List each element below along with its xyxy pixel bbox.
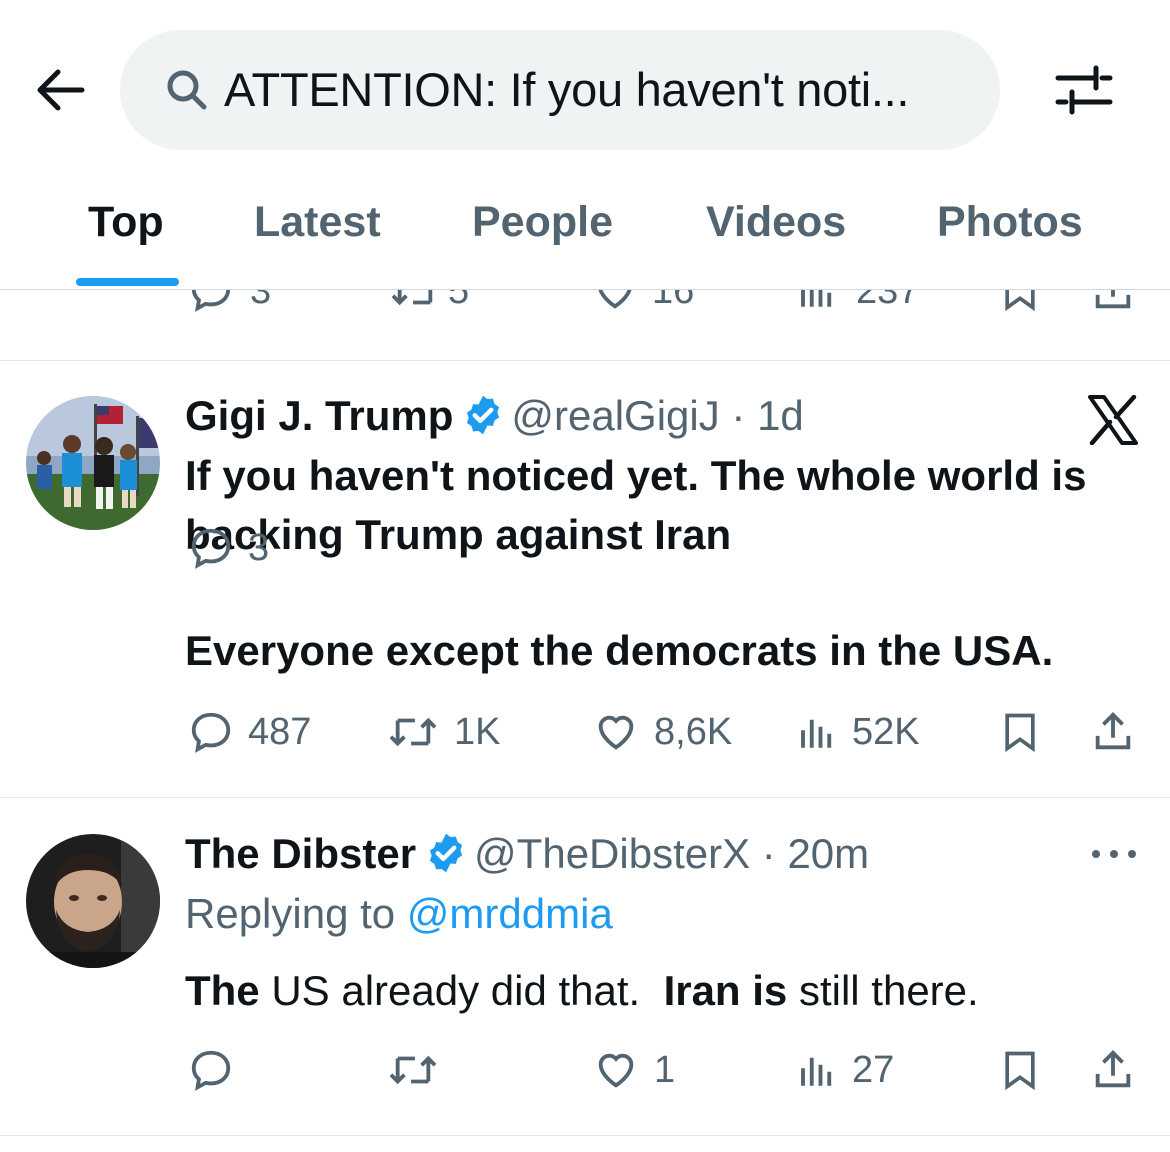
replying-to-label: Replying to	[185, 890, 396, 937]
search-icon	[162, 65, 212, 115]
reply-button[interactable]: 3	[188, 518, 269, 578]
x-logo-icon	[1088, 395, 1138, 445]
views-icon	[801, 719, 832, 748]
filter-button[interactable]	[1052, 60, 1116, 120]
search-header: ATTENTION: If you haven't noti... Top La…	[0, 0, 1170, 290]
views-button[interactable]: 27	[796, 1040, 894, 1100]
tweet-header: The Dibster @TheDibsterX · 20m	[185, 826, 869, 882]
views-icon	[801, 1057, 832, 1086]
like-button[interactable]: 1	[592, 1040, 675, 1100]
handle[interactable]: @TheDibsterX	[474, 830, 750, 877]
tweet-divider	[0, 797, 1170, 798]
bookmark-icon	[1005, 713, 1035, 753]
separator-dot: ·	[750, 830, 788, 877]
retweet-icon	[389, 717, 437, 747]
like-count: 1	[654, 1048, 676, 1091]
search-query[interactable]: ATTENTION: If you haven't noti...	[224, 60, 909, 120]
retweet-button[interactable]: 1K	[386, 702, 500, 762]
verified-badge-icon	[429, 833, 463, 873]
tab-latest[interactable]: Latest	[254, 190, 381, 254]
handle[interactable]: @realGigiJ	[511, 392, 719, 439]
avatar-photo	[26, 396, 160, 530]
views-count: 27	[852, 1048, 895, 1091]
tab-videos[interactable]: Videos	[706, 190, 846, 254]
reply-button[interactable]: 487	[188, 702, 311, 762]
bookmark-button[interactable]	[998, 1040, 1042, 1100]
sliders-icon	[1055, 65, 1113, 115]
reply-icon	[191, 712, 231, 753]
retweet-icon	[389, 1055, 437, 1085]
reply-button[interactable]	[188, 1040, 234, 1100]
header-divider	[0, 289, 1170, 290]
reply-icon	[191, 1050, 231, 1091]
tweet-divider	[0, 360, 1170, 361]
display-name[interactable]: Gigi J. Trump	[185, 392, 453, 439]
tweet-text-part: US already did that.	[259, 967, 664, 1014]
like-button[interactable]: 8,6K	[592, 702, 732, 762]
timestamp[interactable]: 1d	[757, 392, 804, 439]
views-count: 52K	[852, 710, 920, 753]
heart-icon	[598, 715, 634, 750]
share-icon	[1095, 1050, 1131, 1088]
reply-count: 487	[248, 710, 312, 753]
bookmark-icon	[1005, 1051, 1035, 1091]
tweet-text-part: Iran is	[663, 967, 788, 1014]
like-count: 8,6K	[654, 710, 733, 753]
arrow-left-icon	[37, 69, 85, 111]
tweet-divider	[0, 1135, 1170, 1136]
tab-top[interactable]: Top	[88, 190, 164, 254]
replying-to: Replying to @mrddmia	[185, 886, 613, 942]
search-tabs: Top Latest People Videos Photos	[0, 190, 1170, 290]
tab-people[interactable]: People	[472, 190, 613, 254]
verified-badge-icon	[467, 395, 500, 435]
back-button[interactable]	[30, 60, 90, 120]
avatar[interactable]	[26, 834, 160, 968]
tweet-text-line-1: If you haven't noticed yet. The whole wo…	[185, 452, 1087, 499]
tweet-text-part: still there.	[787, 967, 979, 1014]
separator-dot: ·	[719, 392, 758, 439]
share-button[interactable]	[1090, 1040, 1136, 1100]
avatar[interactable]	[26, 396, 160, 530]
active-tab-indicator	[76, 278, 179, 286]
tweet-text: The US already did that. Iran is still t…	[185, 962, 979, 1020]
share-button[interactable]	[1090, 702, 1136, 762]
tweet-text-part: The	[185, 967, 260, 1014]
mention-link[interactable]: @mrddmia	[407, 890, 613, 937]
retweet-count: 1K	[454, 710, 501, 753]
bookmark-button[interactable]	[998, 702, 1042, 762]
tweet-header: Gigi J. Trump @realGigiJ · 1d	[185, 388, 804, 444]
reply-icon	[191, 528, 231, 569]
display-name[interactable]: The Dibster	[185, 830, 416, 877]
avatar-photo	[26, 834, 160, 968]
retweet-button[interactable]	[386, 1040, 440, 1100]
tweet-text-line-3: Everyone except the democrats in the USA…	[185, 627, 1054, 674]
timestamp[interactable]: 20m	[787, 830, 869, 877]
heart-icon	[598, 1053, 634, 1088]
tab-photos[interactable]: Photos	[937, 190, 1083, 254]
share-icon	[1095, 712, 1131, 750]
views-button[interactable]: 52K	[796, 702, 920, 762]
more-options-icon[interactable]	[1088, 842, 1140, 866]
